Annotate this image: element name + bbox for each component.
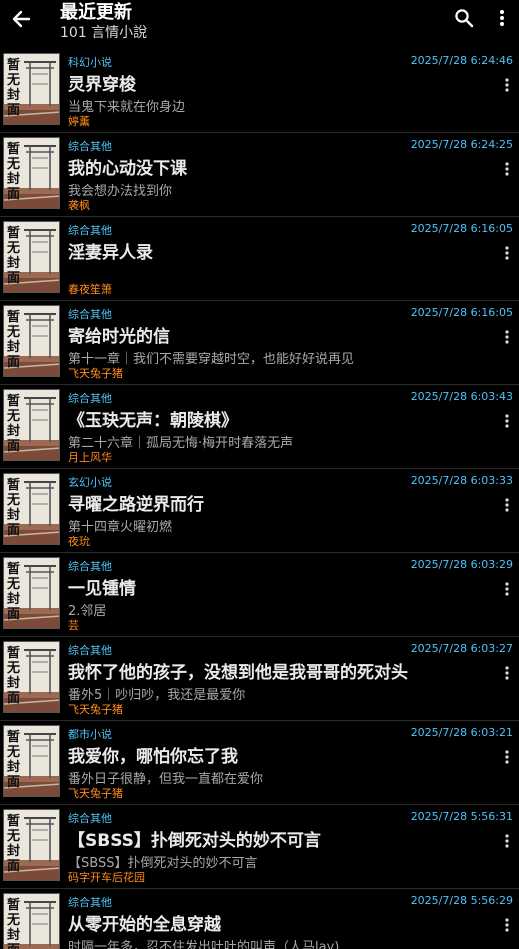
book-title: 【SBSS】扑倒死对头的妙不可言 xyxy=(68,831,321,851)
update-time: 2025/7/28 6:03:21 xyxy=(410,726,513,739)
book-author: 婷薰 xyxy=(68,115,90,128)
book-category: 综合其他 xyxy=(68,224,112,237)
book-row[interactable]: 暂无封面 综合其他 2025/7/28 6:03:43 《玉玦无声：朝陵棋》 第… xyxy=(0,385,519,469)
update-time: 2025/7/28 6:24:25 xyxy=(410,138,513,151)
book-cover-placeholder: 暂无封面 xyxy=(3,641,60,713)
row-more-vert-icon[interactable] xyxy=(503,244,511,262)
update-time: 2025/7/28 6:24:46 xyxy=(410,54,513,67)
book-category: 科幻小说 xyxy=(68,56,112,69)
book-title: 一见锺情 xyxy=(68,579,136,599)
row-more-vert-icon[interactable] xyxy=(503,832,511,850)
book-author: 芸 xyxy=(68,619,79,632)
update-time: 2025/7/28 6:03:33 xyxy=(410,474,513,487)
book-list: 暂无封面 科幻小说 2025/7/28 6:24:46 灵界穿梭 当鬼下来就在你… xyxy=(0,49,519,949)
book-row[interactable]: 暂无封面 综合其他 2025/7/28 6:03:29 一见锺情 2.邻居 芸 xyxy=(0,553,519,637)
update-time: 2025/7/28 6:16:05 xyxy=(410,222,513,235)
latest-chapter: 时隔一年多，忍不住发出吐吐的叫声（人马lay) xyxy=(68,940,340,949)
page-title: 最近更新 xyxy=(60,2,132,23)
book-cover-placeholder: 暂无封面 xyxy=(3,53,60,125)
row-more-vert-icon[interactable] xyxy=(503,496,511,514)
book-category: 玄幻小说 xyxy=(68,476,112,489)
row-more-vert-icon[interactable] xyxy=(503,328,511,346)
page-subtitle: 101 言情小說 xyxy=(60,25,148,41)
book-category: 综合其他 xyxy=(68,392,112,405)
book-row[interactable]: 暂无封面 综合其他 2025/7/28 6:24:25 我的心动没下课 我会想办… xyxy=(0,133,519,217)
cover-stamp-text: 暂无封面 xyxy=(7,226,21,286)
more-vert-icon[interactable] xyxy=(492,6,512,30)
update-time: 2025/7/28 6:03:43 xyxy=(410,390,513,403)
row-more-vert-icon[interactable] xyxy=(503,916,511,934)
cover-stamp-text: 暂无封面 xyxy=(7,730,21,790)
book-title: 灵界穿梭 xyxy=(68,75,136,95)
book-title: 寻曜之路逆界而行 xyxy=(68,495,204,515)
book-author: 飞天兔子猪 xyxy=(68,787,123,800)
book-title: 从零开始的全息穿越 xyxy=(68,915,221,935)
book-cover-placeholder: 暂无封面 xyxy=(3,809,60,881)
row-more-vert-icon[interactable] xyxy=(503,748,511,766)
book-author: 夜玧 xyxy=(68,535,90,548)
book-row[interactable]: 暂无封面 科幻小说 2025/7/28 6:24:46 灵界穿梭 当鬼下来就在你… xyxy=(0,49,519,133)
book-cover-placeholder: 暂无封面 xyxy=(3,389,60,461)
book-row[interactable]: 暂无封面 综合其他 2025/7/28 6:16:05 寄给时光的信 第十一章｜… xyxy=(0,301,519,385)
book-category: 都市小说 xyxy=(68,728,112,741)
app-bar: 最近更新 101 言情小說 xyxy=(0,0,519,45)
row-more-vert-icon[interactable] xyxy=(503,76,511,94)
book-category: 综合其他 xyxy=(68,644,112,657)
update-time: 2025/7/28 6:16:05 xyxy=(410,306,513,319)
cover-stamp-text: 暂无封面 xyxy=(7,310,21,370)
book-cover-placeholder: 暂无封面 xyxy=(3,221,60,293)
book-row[interactable]: 暂无封面 综合其他 2025/7/28 6:16:05 淫妻异人录 春夜笙箫 xyxy=(0,217,519,301)
book-category: 综合其他 xyxy=(68,308,112,321)
book-category: 综合其他 xyxy=(68,896,112,909)
book-cover-placeholder: 暂无封面 xyxy=(3,725,60,797)
book-author: 袭枫 xyxy=(68,199,90,212)
cover-stamp-text: 暂无封面 xyxy=(7,898,21,949)
book-row[interactable]: 暂无封面 综合其他 2025/7/28 5:56:31 【SBSS】扑倒死对头的… xyxy=(0,805,519,889)
book-title: 淫妻异人录 xyxy=(68,243,153,263)
book-cover-placeholder: 暂无封面 xyxy=(3,137,60,209)
cover-stamp-text: 暂无封面 xyxy=(7,58,21,118)
update-time: 2025/7/28 6:03:27 xyxy=(410,642,513,655)
book-title: 寄给时光的信 xyxy=(68,327,170,347)
book-cover-placeholder: 暂无封面 xyxy=(3,893,60,949)
row-more-vert-icon[interactable] xyxy=(503,160,511,178)
back-arrow-icon[interactable] xyxy=(6,4,36,34)
book-category: 综合其他 xyxy=(68,812,112,825)
row-more-vert-icon[interactable] xyxy=(503,664,511,682)
search-icon[interactable] xyxy=(452,6,476,30)
row-more-vert-icon[interactable] xyxy=(503,412,511,430)
cover-stamp-text: 暂无封面 xyxy=(7,142,21,202)
book-cover-placeholder: 暂无封面 xyxy=(3,473,60,545)
book-author: 飞天兔子猪 xyxy=(68,703,123,716)
book-title: 我怀了他的孩子，没想到他是我哥哥的死对头 xyxy=(68,663,408,683)
update-time: 2025/7/28 5:56:31 xyxy=(410,810,513,823)
book-title: 我的心动没下课 xyxy=(68,159,187,179)
book-author: 春夜笙箫 xyxy=(68,283,112,296)
row-more-vert-icon[interactable] xyxy=(503,580,511,598)
book-row[interactable]: 暂无封面 综合其他 2025/7/28 5:56:29 从零开始的全息穿越 时隔… xyxy=(0,889,519,949)
book-title: 《玉玦无声：朝陵棋》 xyxy=(68,411,238,431)
book-category: 综合其他 xyxy=(68,140,112,153)
update-time: 2025/7/28 6:03:29 xyxy=(410,558,513,571)
book-title: 我爱你，哪怕你忘了我 xyxy=(68,747,238,767)
update-time: 2025/7/28 5:56:29 xyxy=(410,894,513,907)
book-category: 综合其他 xyxy=(68,560,112,573)
book-row[interactable]: 暂无封面 玄幻小说 2025/7/28 6:03:33 寻曜之路逆界而行 第十四… xyxy=(0,469,519,553)
book-row[interactable]: 暂无封面 综合其他 2025/7/28 6:03:27 我怀了他的孩子，没想到他… xyxy=(0,637,519,721)
cover-stamp-text: 暂无封面 xyxy=(7,478,21,538)
cover-stamp-text: 暂无封面 xyxy=(7,562,21,622)
book-cover-placeholder: 暂无封面 xyxy=(3,305,60,377)
cover-stamp-text: 暂无封面 xyxy=(7,814,21,874)
book-author: 码字开车后花园 xyxy=(68,871,145,884)
book-cover-placeholder: 暂无封面 xyxy=(3,557,60,629)
book-row[interactable]: 暂无封面 都市小说 2025/7/28 6:03:21 我爱你，哪怕你忘了我 番… xyxy=(0,721,519,805)
book-author: 飞天兔子猪 xyxy=(68,367,123,380)
cover-stamp-text: 暂无封面 xyxy=(7,646,21,706)
cover-stamp-text: 暂无封面 xyxy=(7,394,21,454)
book-author: 月上风华 xyxy=(68,451,112,464)
